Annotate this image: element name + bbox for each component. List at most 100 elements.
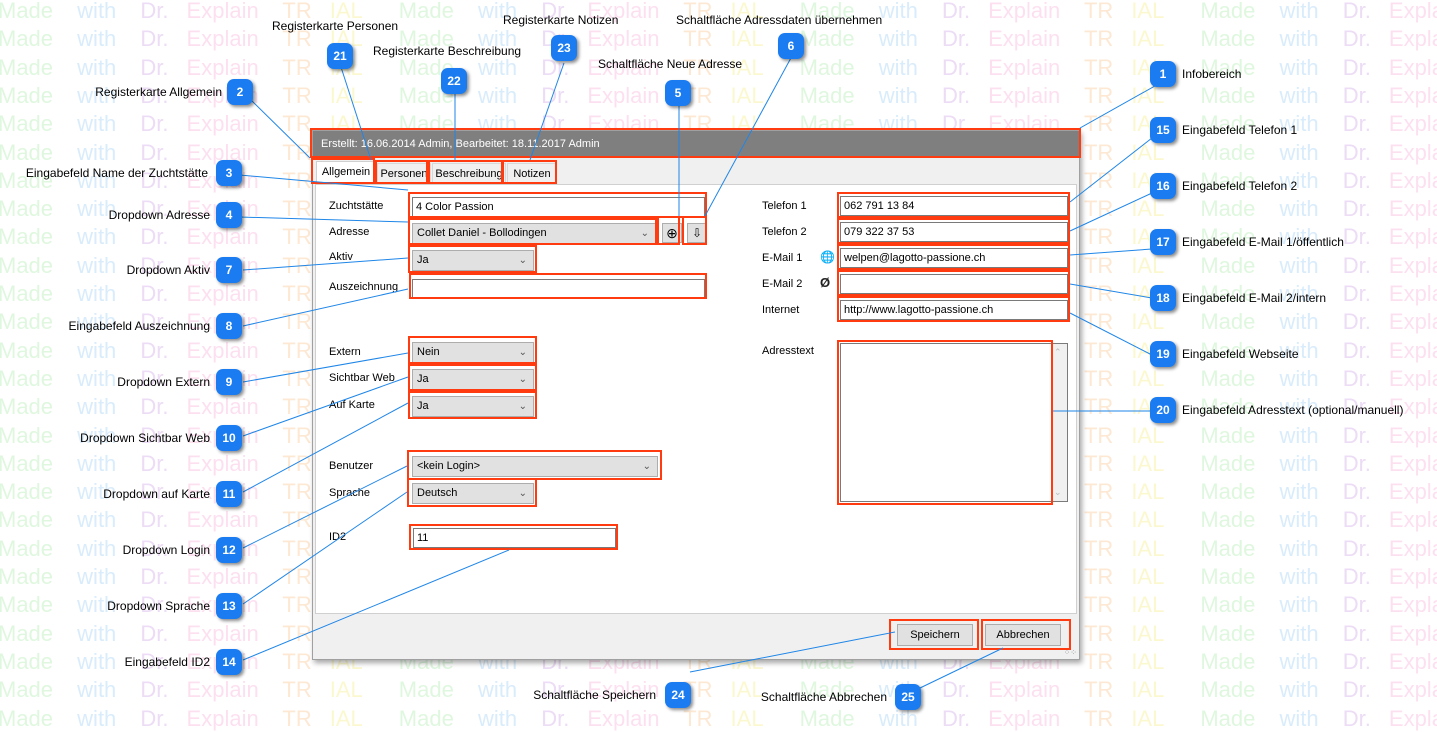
telefon2-input[interactable]: 079 322 37 53 bbox=[840, 222, 1068, 242]
chevron-down-icon: ⌄ bbox=[518, 374, 527, 385]
email1-label: E-Mail 1 bbox=[762, 252, 803, 264]
import-icon: ⇩ bbox=[691, 226, 703, 240]
tab-beschreibung[interactable]: Beschreibung bbox=[432, 163, 506, 183]
adresse-value: Collet Daniel - Bollodingen bbox=[417, 227, 547, 239]
marker-6: 6 bbox=[778, 33, 804, 59]
watermark-row: Made with Dr.Explain TRIALMade with Dr.E… bbox=[0, 705, 1437, 731]
leader-line-19 bbox=[1069, 312, 1153, 356]
marker-23: 23 bbox=[551, 35, 577, 61]
benutzer-label: Benutzer bbox=[329, 460, 374, 472]
callout-sichtbar-web: Dropdown Sichtbar Web bbox=[80, 431, 210, 445]
sichtbar-web-dropdown[interactable]: Ja ⌄ bbox=[412, 369, 534, 390]
marker-8: 8 bbox=[216, 313, 242, 339]
leader-line-16 bbox=[1069, 192, 1153, 232]
callout-email1: Eingabefeld E-Mail 1/öffentlich bbox=[1182, 235, 1344, 249]
auf-karte-value: Ja bbox=[417, 400, 429, 412]
sprache-value: Deutsch bbox=[417, 487, 458, 499]
callout-tab-personen: Registerkarte Personen bbox=[272, 19, 399, 33]
adresse-label: Adresse bbox=[329, 226, 370, 238]
tab-notizen[interactable]: Notizen bbox=[507, 163, 557, 183]
marker-22: 22 bbox=[441, 68, 467, 94]
chevron-down-icon: ⌄ bbox=[640, 228, 649, 239]
resize-grip-icon[interactable]: ⁘⁘ bbox=[1064, 648, 1077, 657]
marker-25: 25 bbox=[895, 684, 921, 710]
marker-10: 10 bbox=[216, 425, 242, 451]
adresstext-textarea[interactable]: ⌃ ⌄ bbox=[840, 343, 1068, 502]
chevron-down-icon: ⌄ bbox=[518, 401, 527, 412]
callout-telefon1: Eingabefeld Telefon 1 bbox=[1182, 123, 1298, 137]
zuchtstaette-input[interactable]: 4 Color Passion bbox=[412, 197, 705, 217]
telefon2-label: Telefon 2 bbox=[762, 226, 807, 238]
auf-karte-dropdown[interactable]: Ja ⌄ bbox=[412, 396, 534, 417]
callout-speichern: Schaltfläche Speichern bbox=[533, 688, 656, 702]
callout-auszeichnung: Eingabefeld Auszeichnung bbox=[68, 319, 210, 333]
callout-zuchtstaette: Eingabefeld Name der Zuchtstätte bbox=[25, 166, 208, 180]
callout-sprache: Dropdown Sprache bbox=[107, 599, 210, 613]
callout-infobereich: Infobereich bbox=[1182, 67, 1242, 81]
callout-auf-karte: Dropdown auf Karte bbox=[103, 487, 210, 501]
marker-14: 14 bbox=[216, 649, 242, 675]
auszeichnung-input[interactable] bbox=[412, 279, 705, 299]
callout-webseite: Eingabefeld Webseite bbox=[1182, 347, 1299, 361]
extern-dropdown[interactable]: Nein ⌄ bbox=[412, 342, 534, 363]
callout-email2: Eingabefeld E-Mail 2/intern bbox=[1182, 291, 1327, 305]
leader-line-15 bbox=[1069, 137, 1153, 203]
chevron-down-icon: ⌄ bbox=[518, 488, 527, 499]
adresstext-scrollbar[interactable]: ⌃ ⌄ bbox=[1051, 344, 1067, 501]
chevron-down-icon: ⌄ bbox=[518, 347, 527, 358]
sprache-dropdown[interactable]: Deutsch ⌄ bbox=[412, 483, 534, 504]
sichtbar-web-value: Ja bbox=[417, 373, 429, 385]
callout-tab-allgemein: Registerkarte Allgemein bbox=[95, 85, 222, 99]
zuchtstaette-label: Zuchtstätte bbox=[329, 200, 384, 212]
save-button[interactable]: Speichern bbox=[897, 624, 973, 646]
tab-allgemein[interactable]: Allgemein bbox=[316, 161, 376, 184]
marker-18: 18 bbox=[1150, 285, 1176, 311]
info-area: Erstellt: 16.06.2014 Admin, Bearbeitet: … bbox=[313, 131, 1079, 157]
cancel-button[interactable]: Abbrechen bbox=[985, 624, 1061, 646]
email1-input[interactable]: welpen@lagotto-passione.ch bbox=[840, 248, 1068, 268]
marker-21: 21 bbox=[327, 43, 353, 69]
adresse-dropdown[interactable]: Collet Daniel - Bollodingen ⌄ bbox=[412, 223, 656, 244]
marker-17: 17 bbox=[1150, 229, 1176, 255]
telefon1-input[interactable]: 062 791 13 84 bbox=[840, 196, 1068, 216]
scroll-up-icon[interactable]: ⌃ bbox=[1054, 347, 1062, 358]
callout-neue-adresse: Schaltfläche Neue Adresse bbox=[598, 57, 743, 71]
marker-12: 12 bbox=[216, 537, 242, 563]
chevron-down-icon: ⌄ bbox=[518, 255, 527, 266]
adresstext-label: Adresstext bbox=[762, 345, 814, 357]
id2-input[interactable]: 11 bbox=[413, 528, 616, 548]
watermark-row: Made with Dr.Explain TRIALMade with Dr.E… bbox=[0, 677, 1437, 703]
benutzer-dropdown[interactable]: <kein Login> ⌄ bbox=[412, 456, 658, 477]
auszeichnung-label: Auszeichnung bbox=[329, 281, 399, 293]
auf-karte-label: Auf Karte bbox=[329, 399, 375, 411]
marker-7: 7 bbox=[216, 257, 242, 283]
tab-page-allgemein: Zuchtstätte 4 Color Passion Adresse Coll… bbox=[315, 184, 1077, 614]
leader-line-17 bbox=[1069, 248, 1153, 256]
extern-label: Extern bbox=[329, 346, 361, 358]
email2-input[interactable] bbox=[840, 274, 1068, 294]
callout-adresstext: Eingabefeld Adresstext (optional/manuell… bbox=[1182, 403, 1404, 417]
watermark-row: Made with Dr.Explain TRIALMade with Dr.E… bbox=[0, 26, 1437, 52]
callout-extern: Dropdown Extern bbox=[117, 375, 210, 389]
callout-abbrechen: Schaltfläche Abbrechen bbox=[760, 690, 887, 704]
no-globe-icon: Ø bbox=[820, 275, 831, 290]
aktiv-dropdown[interactable]: Ja ⌄ bbox=[412, 250, 534, 271]
marker-5: 5 bbox=[665, 80, 691, 106]
extern-value: Nein bbox=[417, 346, 440, 358]
marker-4: 4 bbox=[216, 202, 242, 228]
marker-15: 15 bbox=[1150, 117, 1176, 143]
marker-2: 2 bbox=[227, 79, 253, 105]
marker-3: 3 bbox=[216, 160, 242, 186]
callout-aktiv: Dropdown Aktiv bbox=[126, 263, 210, 277]
aktiv-value: Ja bbox=[417, 254, 429, 266]
chevron-down-icon: ⌄ bbox=[642, 461, 651, 472]
callout-tab-beschreibung: Registerkarte Beschreibung bbox=[373, 44, 522, 58]
leader-line-2 bbox=[249, 98, 311, 159]
id2-label: ID2 bbox=[329, 531, 347, 543]
scroll-down-icon[interactable]: ⌄ bbox=[1054, 487, 1062, 498]
internet-input[interactable]: http://www.lagotto-passione.ch bbox=[840, 300, 1068, 320]
tab-personen[interactable]: Personen bbox=[377, 163, 431, 183]
take-address-button[interactable]: ⇩ bbox=[687, 223, 707, 243]
new-address-button[interactable]: ⊕ bbox=[662, 223, 682, 243]
breeder-dialog: Erstellt: 16.06.2014 Admin, Bearbeitet: … bbox=[312, 130, 1080, 660]
